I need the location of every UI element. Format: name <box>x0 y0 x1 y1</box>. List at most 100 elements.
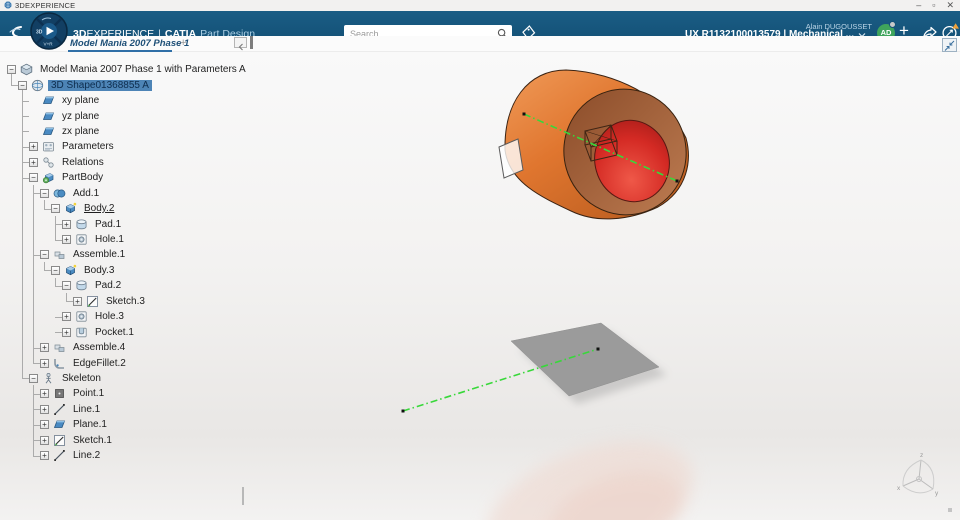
chevron-left-icon <box>238 43 243 51</box>
expand-node-icon[interactable]: + <box>40 389 49 399</box>
resize-grip[interactable] <box>948 508 952 512</box>
collapse-node-icon[interactable]: − <box>29 373 38 383</box>
tree-item-label[interactable]: Plane.1 <box>70 419 110 430</box>
collapse-node-icon[interactable]: − <box>7 65 16 75</box>
tree-item-plane-1[interactable]: + Plane.1 <box>0 417 252 432</box>
cylinder-solid[interactable] <box>504 69 701 229</box>
expand-node-icon[interactable]: + <box>40 451 49 461</box>
tree-item-label[interactable]: Sketch.1 <box>70 435 115 446</box>
tree-item-label[interactable]: Line.1 <box>70 404 103 415</box>
tree-scroll-thumb[interactable] <box>250 36 253 49</box>
new-tab-button[interactable]: + <box>180 37 186 49</box>
tree-item-label[interactable]: yz plane <box>59 111 102 122</box>
tree-item-partbody[interactable]: − PartBody <box>0 170 252 185</box>
tree-item-3d-shape01368855-a[interactable]: − 3D Shape01368855 A <box>0 77 252 92</box>
expand-node-icon[interactable]: + <box>62 327 71 337</box>
tree-item-line-2[interactable]: + Line.2 <box>0 448 252 463</box>
expand-node-icon[interactable]: + <box>40 404 49 414</box>
tree-item-skeleton[interactable]: − Skeleton <box>0 371 252 386</box>
tree-item-line-1[interactable]: + Line.1 <box>0 402 252 417</box>
tree-item-hole-1[interactable]: + Hole.1 <box>0 232 252 247</box>
tree-item-label[interactable]: Assemble.4 <box>70 342 128 353</box>
collapse-node-icon[interactable]: − <box>18 80 27 90</box>
model-tree[interactable]: − Model Mania 2007 Phase 1 with Parameter… <box>0 62 252 463</box>
tree-item-sketch-1[interactable]: + Sketch.1 <box>0 433 252 448</box>
tree-item-label[interactable]: Hole.3 <box>92 311 127 322</box>
tree-item-relations[interactable]: + Relations <box>0 155 252 170</box>
tree-item-label[interactable]: EdgeFillet.2 <box>70 358 129 369</box>
collapse-node-icon[interactable]: − <box>40 250 49 260</box>
tree-item-label[interactable]: zx plane <box>59 126 102 137</box>
collapse-node-icon[interactable]: − <box>51 204 60 214</box>
tree-item-label[interactable]: Relations <box>59 157 107 168</box>
tree-item-label[interactable]: Skeleton <box>59 373 104 384</box>
expand-node-icon[interactable]: + <box>62 235 71 245</box>
line-endpoint[interactable] <box>401 409 405 413</box>
point-icon <box>53 387 66 400</box>
tree-item-label[interactable]: Sketch.3 <box>103 296 148 307</box>
tree-item-label[interactable]: Body.3 <box>81 265 117 276</box>
tree-item-hole-3[interactable]: + Hole.3 <box>0 309 252 324</box>
tree-item-yz-plane[interactable]: yz plane <box>0 108 252 123</box>
tree-item-label[interactable]: Line.2 <box>70 450 103 461</box>
expand-node-icon[interactable]: + <box>29 157 38 167</box>
collapse-node-icon[interactable]: − <box>29 173 38 183</box>
tree-item-label[interactable]: PartBody <box>59 172 106 183</box>
tree-item-body-2[interactable]: − Body.2 <box>0 201 252 216</box>
application-window: z x y 3DEXPERIENCE – ▫ ✕ 3DEXPERIENCE | CA… <box>0 0 960 520</box>
expand-node-icon[interactable]: + <box>62 312 71 322</box>
collapse-viewport-button[interactable] <box>942 38 957 52</box>
tree-item-sketch-3[interactable]: + Sketch.3 <box>0 294 252 309</box>
tree-item-pad-1[interactable]: + Pad.1 <box>0 216 252 231</box>
construction-plane[interactable] <box>510 322 667 404</box>
expand-node-icon[interactable]: + <box>73 296 82 306</box>
tree-item-label[interactable]: Pad.2 <box>92 280 124 291</box>
expand-node-icon[interactable]: + <box>40 435 49 445</box>
tree-item-label[interactable]: Point.1 <box>70 388 107 399</box>
tree-item-label[interactable]: Pocket.1 <box>92 327 137 338</box>
tree-item-parameters[interactable]: + Parameters <box>0 139 252 154</box>
expand-node-icon[interactable]: + <box>40 343 49 353</box>
tree-vertical-scrollbar[interactable] <box>242 487 244 505</box>
tree-item-label[interactable]: Body.2 <box>81 203 117 214</box>
tree-item-label[interactable]: Add.1 <box>70 188 102 199</box>
collapse-node-icon[interactable]: − <box>51 265 60 275</box>
expand-node-icon[interactable]: + <box>40 358 49 368</box>
collapse-node-icon[interactable]: − <box>40 188 49 198</box>
expand-node-icon[interactable]: + <box>40 420 49 430</box>
tree-item-label[interactable]: Hole.1 <box>92 234 127 245</box>
axis-label-z: z <box>920 452 923 459</box>
tree-item-label[interactable]: Pad.1 <box>92 219 124 230</box>
compass-widget[interactable]: 3D V+R <box>30 12 68 50</box>
tree-item-assemble-1[interactable]: − Assemble.1 <box>0 247 252 262</box>
line-endpoint[interactable] <box>596 347 600 351</box>
tree-item-label[interactable]: 3D Shape01368855 A <box>48 79 152 91</box>
tree-item-model-mania-2007-phase-1-with-parameters-a[interactable]: − Model Mania 2007 Phase 1 with Parameter… <box>0 62 252 77</box>
tree-item-pocket-1[interactable]: + Pocket.1 <box>0 324 252 339</box>
tree-item-label[interactable]: Assemble.1 <box>70 249 128 260</box>
tree-item-zx-plane[interactable]: zx plane <box>0 124 252 139</box>
line-endpoint[interactable] <box>522 112 526 116</box>
tree-item-add-1[interactable]: − Add.1 <box>0 186 252 201</box>
compass-south-label: V+R <box>44 42 54 47</box>
axes-triad[interactable]: z x y <box>897 452 939 497</box>
minimize-button[interactable]: – <box>916 0 921 11</box>
maximize-button[interactable]: ▫ <box>932 0 935 11</box>
tree-scroll-left-button[interactable] <box>234 37 247 51</box>
tree-item-edgefillet-2[interactable]: + EdgeFillet.2 <box>0 355 252 370</box>
point-1[interactable] <box>675 179 679 183</box>
close-button[interactable]: ✕ <box>946 0 954 11</box>
tree-item-point-1[interactable]: + Point.1 <box>0 386 252 401</box>
tree-item-label[interactable]: Model Mania 2007 Phase 1 with Parameters… <box>37 64 249 75</box>
tree-item-label[interactable]: Parameters <box>59 141 117 152</box>
expand-node-icon[interactable]: + <box>29 142 38 152</box>
tree-item-body-3[interactable]: − Body.3 <box>0 263 252 278</box>
tree-item-label[interactable]: xy plane <box>59 95 102 106</box>
tab-model-mania[interactable]: Model Mania 2007 Phase 1 <box>70 38 189 49</box>
collapse-node-icon[interactable]: − <box>62 281 71 291</box>
tree-item-pad-2[interactable]: − Pad.2 <box>0 278 252 293</box>
tree-item-xy-plane[interactable]: xy plane <box>0 93 252 108</box>
tree-item-assemble-4[interactable]: + Assemble.4 <box>0 340 252 355</box>
expand-node-icon[interactable]: + <box>62 219 71 229</box>
